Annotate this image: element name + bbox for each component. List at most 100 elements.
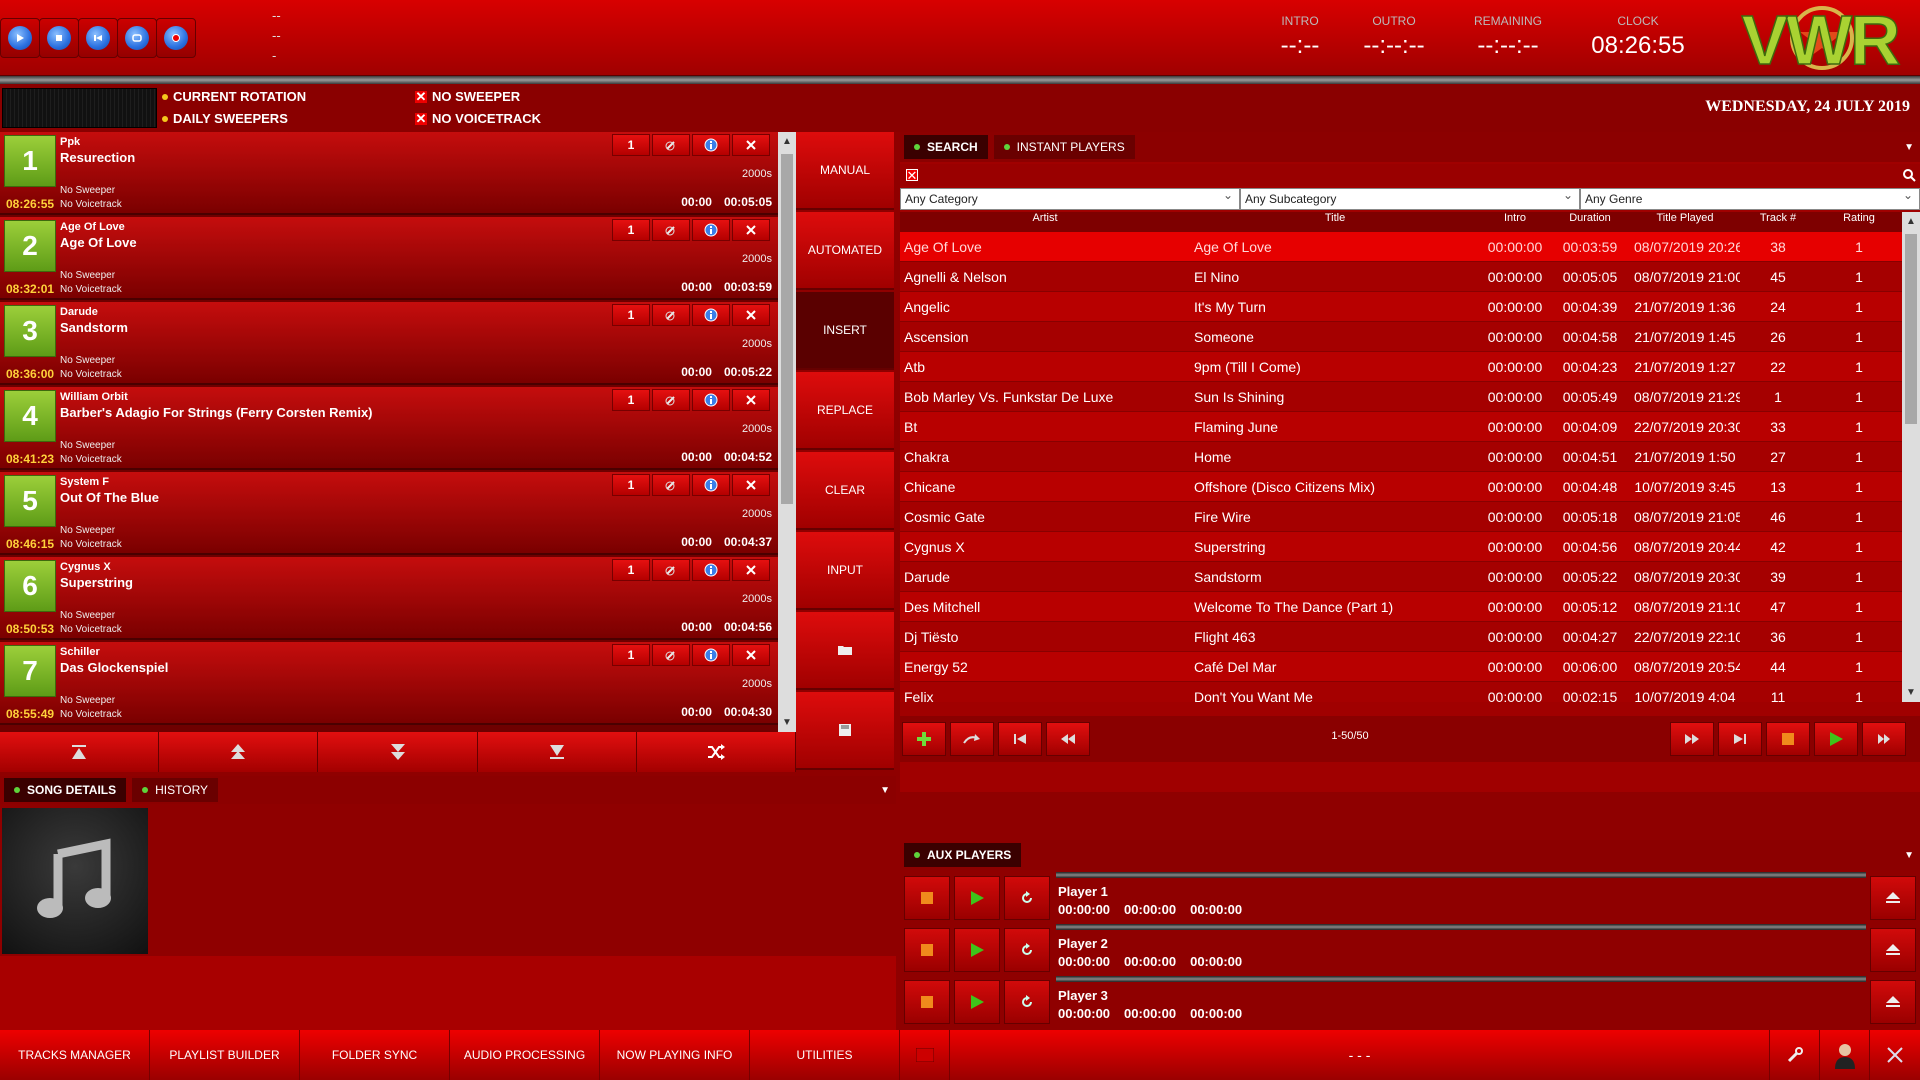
current-rotation-flag[interactable]: CURRENT ROTATION bbox=[162, 89, 306, 104]
aux-play-button[interactable] bbox=[954, 980, 1000, 1024]
search-input[interactable]: ✕ bbox=[900, 164, 1920, 186]
save-button[interactable] bbox=[796, 692, 894, 770]
subcategory-select[interactable]: Any Subcategory bbox=[1240, 188, 1580, 210]
preview-forward-button[interactable] bbox=[1862, 722, 1906, 756]
input-button[interactable]: INPUT bbox=[796, 532, 894, 610]
search-icon[interactable] bbox=[1902, 168, 1916, 182]
table-row[interactable]: Des Mitchell Welcome To The Dance (Part 1… bbox=[900, 592, 1902, 622]
scroll-down-icon[interactable]: ▼ bbox=[782, 717, 792, 728]
edit-button[interactable] bbox=[652, 559, 690, 581]
table-row[interactable]: Atb 9pm (Till I Come) 00:00:00 00:04:23 21/0… bbox=[900, 352, 1902, 382]
col-intro[interactable]: Intro bbox=[1480, 212, 1550, 232]
play-count-button[interactable]: 1 bbox=[612, 219, 650, 241]
play-count-button[interactable]: 1 bbox=[612, 559, 650, 581]
utilities-button[interactable]: UTILITIES bbox=[750, 1030, 900, 1080]
info-button[interactable] bbox=[692, 474, 730, 496]
table-row[interactable]: Cosmic Gate Fire Wire 00:00:00 00:05:18 08/0… bbox=[900, 502, 1902, 532]
play-count-button[interactable]: 1 bbox=[612, 134, 650, 156]
table-row[interactable]: Bt Flaming June 00:00:00 00:04:09 22/07/2019… bbox=[900, 412, 1902, 442]
info-button[interactable] bbox=[692, 219, 730, 241]
genre-select[interactable]: Any Genre bbox=[1580, 188, 1920, 210]
remove-button[interactable] bbox=[732, 134, 770, 156]
remove-button[interactable] bbox=[732, 644, 770, 666]
edit-button[interactable] bbox=[652, 644, 690, 666]
clear-search-icon[interactable]: ✕ bbox=[906, 169, 918, 182]
first-page-button[interactable] bbox=[998, 722, 1042, 756]
aux-eject-button[interactable] bbox=[1870, 876, 1916, 920]
table-row[interactable]: Age Of Love Age Of Love 00:00:00 00:03:59 08… bbox=[900, 232, 1902, 262]
info-button[interactable] bbox=[692, 304, 730, 326]
table-row[interactable]: Agnelli & Nelson El Nino 00:00:00 00:05:05 0… bbox=[900, 262, 1902, 292]
aux-loop-button[interactable] bbox=[1004, 928, 1050, 972]
info-button[interactable] bbox=[692, 134, 730, 156]
now-playing-info-button[interactable]: NOW PLAYING INFO bbox=[600, 1030, 750, 1080]
info-button[interactable] bbox=[692, 559, 730, 581]
tracks-manager-button[interactable]: TRACKS MANAGER bbox=[0, 1030, 150, 1080]
playlist-item[interactable]: 6 08:50:53 Cygnus X Superstring No Sweep… bbox=[0, 557, 778, 640]
category-select[interactable]: Any Category bbox=[900, 188, 1240, 210]
aux-loop-button[interactable] bbox=[1004, 876, 1050, 920]
remove-button[interactable] bbox=[732, 304, 770, 326]
scroll-up-icon[interactable]: ▲ bbox=[1906, 216, 1916, 227]
clear-button[interactable]: CLEAR bbox=[796, 452, 894, 530]
table-row[interactable]: Chicane Offshore (Disco Citizens Mix) 00:0… bbox=[900, 472, 1902, 502]
previous-button[interactable] bbox=[78, 18, 118, 58]
stop-button[interactable] bbox=[39, 18, 79, 58]
edit-button[interactable] bbox=[652, 474, 690, 496]
playlist-item[interactable]: 1 08:26:55 Ppk Resurection No Sweeper No … bbox=[0, 132, 778, 215]
col-artist[interactable]: Artist bbox=[900, 212, 1190, 232]
playlist-item[interactable]: 2 08:32:01 Age Of Love Age Of Love No Sw… bbox=[0, 217, 778, 300]
table-row[interactable]: Angelic It's My Turn 00:00:00 00:04:39 21/07… bbox=[900, 292, 1902, 322]
next-page-button[interactable] bbox=[1670, 722, 1714, 756]
preview-play-button[interactable] bbox=[1814, 722, 1858, 756]
scroll-down-icon[interactable]: ▼ bbox=[1906, 687, 1916, 698]
color-button[interactable] bbox=[900, 1030, 950, 1080]
no-sweeper-flag[interactable]: ✕ NO SWEEPER bbox=[415, 89, 520, 104]
aux-stop-button[interactable] bbox=[904, 928, 950, 972]
move-up-button[interactable] bbox=[159, 732, 319, 772]
table-row[interactable]: Darude Sandstorm 00:00:00 00:05:22 08/07/201… bbox=[900, 562, 1902, 592]
aux-loop-button[interactable] bbox=[1004, 980, 1050, 1024]
tab-song-details[interactable]: SONG DETAILS bbox=[4, 778, 127, 802]
aux-play-button[interactable] bbox=[954, 876, 1000, 920]
move-down-button[interactable] bbox=[318, 732, 478, 772]
edit-button[interactable] bbox=[652, 219, 690, 241]
tab-instant-players[interactable]: INSTANT PLAYERS bbox=[993, 135, 1135, 159]
play-count-button[interactable]: 1 bbox=[612, 644, 650, 666]
col-track-number[interactable]: Track # bbox=[1740, 212, 1816, 232]
loop-button[interactable] bbox=[117, 18, 157, 58]
move-top-button[interactable] bbox=[0, 732, 160, 772]
playlist-item[interactable]: 7 08:55:49 Schiller Das Glockenspiel No … bbox=[0, 642, 778, 725]
fullscreen-button[interactable] bbox=[1870, 1030, 1920, 1080]
aux-stop-button[interactable] bbox=[904, 980, 950, 1024]
preview-stop-button[interactable] bbox=[1766, 722, 1810, 756]
tab-search[interactable]: SEARCH bbox=[904, 135, 988, 159]
tab-history[interactable]: HISTORY bbox=[132, 778, 219, 802]
remove-button[interactable] bbox=[732, 219, 770, 241]
edit-button[interactable] bbox=[652, 304, 690, 326]
aux-stop-button[interactable] bbox=[904, 876, 950, 920]
results-scroll-thumb[interactable] bbox=[1905, 234, 1917, 424]
table-row[interactable]: Energy 52 Café Del Mar 00:00:00 00:06:00 08/… bbox=[900, 652, 1902, 682]
collapse-icon[interactable]: ▼ bbox=[1904, 142, 1914, 153]
playlist-item[interactable]: 3 08:36:00 Darude Sandstorm No Sweeper No… bbox=[0, 302, 778, 385]
add-track-button[interactable] bbox=[902, 722, 946, 756]
playlist-item[interactable]: 4 08:41:23 William Orbit Barber's Adagio… bbox=[0, 387, 778, 470]
folder-sync-button[interactable]: FOLDER SYNC bbox=[300, 1030, 450, 1080]
table-row[interactable]: Ascension Someone 00:00:00 00:04:58 21/07/20… bbox=[900, 322, 1902, 352]
table-row[interactable]: Dj Tiësto Flight 463 00:00:00 00:04:27 22/07… bbox=[900, 622, 1902, 652]
tab-aux-players[interactable]: AUX PLAYERS bbox=[904, 843, 1022, 867]
collapse-icon[interactable]: ▼ bbox=[880, 785, 890, 796]
play-count-button[interactable]: 1 bbox=[612, 304, 650, 326]
insert-next-button[interactable] bbox=[950, 722, 994, 756]
daily-sweepers-flag[interactable]: DAILY SWEEPERS bbox=[162, 111, 288, 126]
edit-button[interactable] bbox=[652, 134, 690, 156]
playlist-scrollbar[interactable]: ▲ ▼ bbox=[778, 132, 796, 732]
info-button[interactable] bbox=[692, 644, 730, 666]
table-row[interactable]: Cygnus X Superstring 00:00:00 00:04:56 08/07… bbox=[900, 532, 1902, 562]
remove-button[interactable] bbox=[732, 559, 770, 581]
last-page-button[interactable] bbox=[1718, 722, 1762, 756]
play-button[interactable] bbox=[0, 18, 40, 58]
replace-button[interactable]: REPLACE bbox=[796, 372, 894, 450]
scroll-up-icon[interactable]: ▲ bbox=[782, 136, 792, 147]
